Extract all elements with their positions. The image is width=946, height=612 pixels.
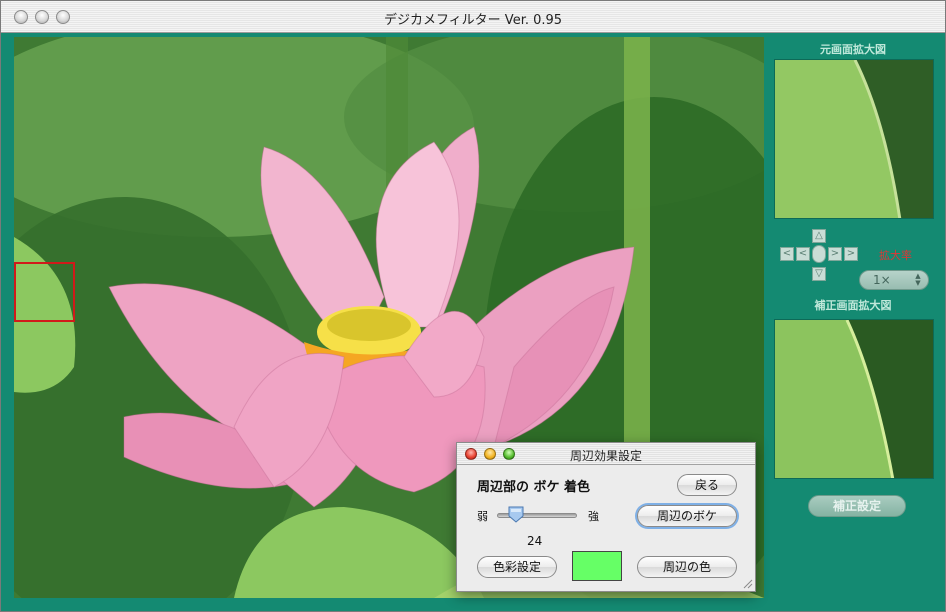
peripheral-color-swatch[interactable] [572,551,622,581]
window-title: デジカメフィルター Ver. 0.95 [383,13,563,28]
nav-down-button[interactable]: ▽ [812,267,826,281]
zoom-region-box[interactable] [14,262,75,322]
slider-weak-label: 弱 [477,510,488,523]
dialog-title: 周辺効果設定 [569,449,642,463]
nav-left-button[interactable]: < [796,247,810,261]
peripheral-color-button[interactable]: 周辺の色 [637,556,737,578]
correction-settings-button[interactable]: 補正設定 [808,495,906,517]
resize-grip-icon[interactable] [741,577,753,589]
dialog-heading: 周辺部の ボケ 着色 [477,480,591,495]
nav-center-button[interactable] [812,245,826,263]
zoom-rate-select[interactable]: 1× ▲ ▼ [859,270,929,290]
original-zoom-image [775,60,933,218]
peripheral-blur-button[interactable]: 周辺のボケ [637,505,737,527]
peripheral-effect-dialog: 周辺効果設定 周辺部の ボケ 着色 戻る 弱 強 24 周辺のボケ 色彩設定 周… [456,442,756,592]
nav-right-button[interactable]: > [828,247,842,261]
slider-strong-label: 強 [588,510,599,523]
back-button[interactable]: 戻る [677,474,737,496]
dialog-title-bar[interactable]: 周辺効果設定 [457,443,755,465]
nav-left-far-button[interactable]: < [780,247,794,261]
nav-up-button[interactable]: △ [812,229,826,243]
corrected-zoom-view [774,319,934,479]
corrected-zoom-label: 補正画面拡大図 [814,299,892,312]
select-arrows-icon: ▲ ▼ [915,272,921,287]
original-zoom-view [774,59,934,219]
zoom-rate-label: 拡大率 [879,249,912,262]
main-window: デジカメフィルター Ver. 0.95 元画面拡大図 △ < < > > ▽ 拡… [0,0,946,612]
nav-right-far-button[interactable]: > [844,247,858,261]
slider-thumb[interactable] [508,506,524,523]
title-bar[interactable]: デジカメフィルター Ver. 0.95 [1,1,945,33]
corrected-zoom-image [775,320,933,478]
zoom-rate-value: 1× [873,273,891,287]
color-settings-button[interactable]: 色彩設定 [477,556,557,578]
original-zoom-label: 元画面拡大図 [820,43,886,56]
slider-value: 24 [527,534,543,548]
